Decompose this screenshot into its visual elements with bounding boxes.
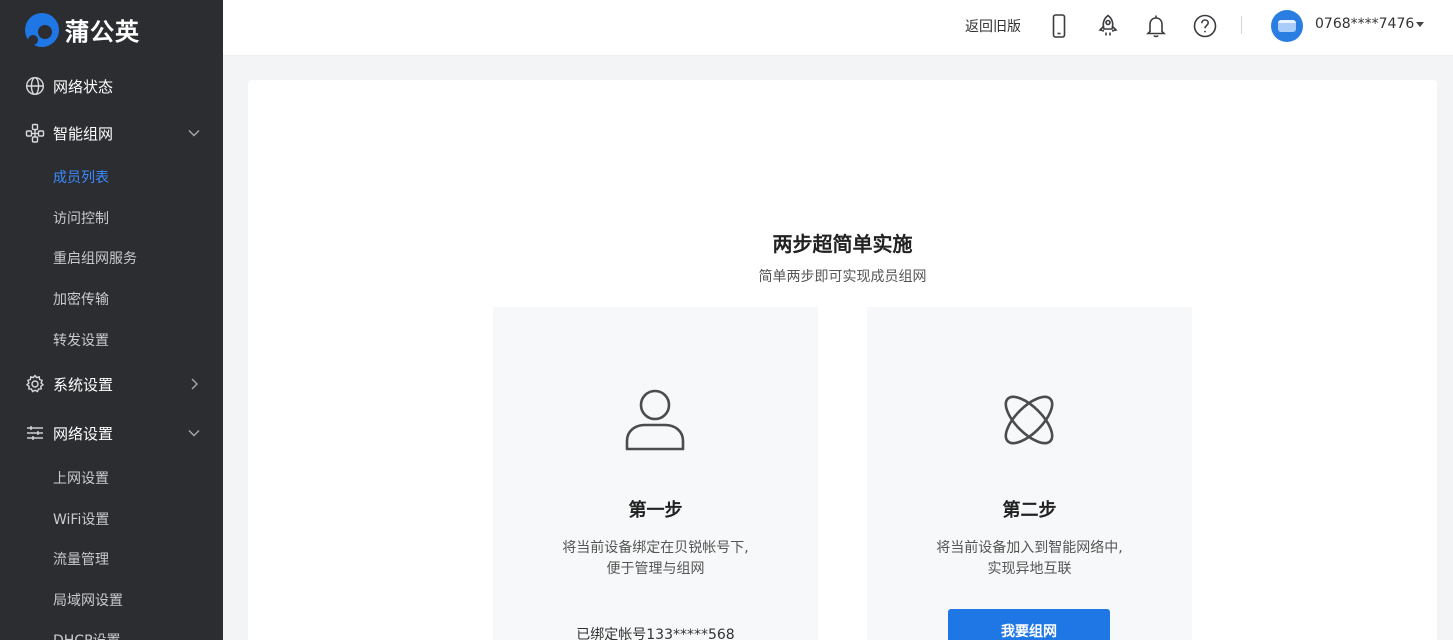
sidebar-item-dhcp-settings[interactable]: DHCP设置 (53, 620, 213, 640)
bell-icon[interactable] (1143, 13, 1169, 39)
step-title: 第二步 (1002, 500, 1057, 521)
join-network-button[interactable]: 我要组网 (948, 609, 1110, 640)
avatar[interactable] (1271, 10, 1303, 42)
step-description-line: 将当前设备绑定在贝锐帐号下, (562, 540, 749, 556)
step-card-join-network: 第二步 将当前设备加入到智能网络中, 实现异地互联 我要组网 (867, 307, 1192, 640)
sidebar: 蒲公英 网络状态 智能组网 成员列表 访问控制 重启组网服务 加密传输 转发设置 (0, 0, 223, 640)
sidebar-item-wifi-settings[interactable]: WiFi设置 (53, 499, 213, 539)
step-description: 将当前设备绑定在贝锐帐号下, 便于管理与组网 (493, 538, 818, 580)
sliders-icon (27, 426, 43, 440)
step-card-bind-account: 第一步 将当前设备绑定在贝锐帐号下, 便于管理与组网 已绑定帐号133*****… (493, 307, 818, 640)
sidebar-group-system-settings[interactable]: 系统设置 (0, 362, 223, 406)
step-description-line: 便于管理与组网 (606, 561, 705, 577)
globe-icon (25, 76, 45, 96)
help-icon[interactable] (1192, 13, 1218, 39)
step-title: 第一步 (628, 500, 683, 521)
atom-icon (1004, 395, 1054, 445)
sidebar-item-label: 网络状态 (53, 77, 114, 96)
chevron-down-icon (188, 130, 200, 137)
logo[interactable]: 蒲公英 (25, 12, 140, 47)
sidebar-group-label: 网络设置 (53, 424, 114, 443)
caret-down-icon[interactable] (1416, 22, 1424, 27)
top-header: 返回旧版 0768****7476 (223, 0, 1453, 56)
page-subtitle: 简单两步即可实现成员组网 (758, 269, 927, 285)
brand-name: 蒲公英 (65, 18, 140, 46)
sidebar-item-restart-service[interactable]: 重启组网服务 (53, 238, 213, 278)
sidebar-group-label: 智能组网 (53, 124, 114, 143)
sidebar-item-access-control[interactable]: 访问控制 (53, 198, 213, 238)
sidebar-item-traffic-management[interactable]: 流量管理 (53, 539, 213, 579)
page-title: 两步超简单实施 (772, 232, 913, 256)
account-name[interactable]: 0768****7476 (1315, 16, 1414, 32)
bound-account-text: 已绑定帐号133*****568 (576, 627, 735, 640)
return-legacy-link[interactable]: 返回旧版 (965, 16, 1021, 36)
chevron-down-icon (188, 430, 200, 437)
sidebar-item-internet-settings[interactable]: 上网设置 (53, 458, 213, 498)
chevron-right-icon (191, 378, 198, 390)
sidebar-group-label: 系统设置 (53, 375, 114, 394)
network-nodes-icon (25, 123, 45, 143)
phone-icon[interactable] (1046, 13, 1072, 39)
sidebar-item-encrypted-transfer[interactable]: 加密传输 (53, 279, 213, 319)
sidebar-item-forwarding[interactable]: 转发设置 (53, 320, 213, 360)
sidebar-item-member-list[interactable]: 成员列表 (53, 157, 213, 197)
main-card: 两步超简单实施 简单两步即可实现成员组网 第一步 将当前设备绑定在贝锐帐号下, … (248, 80, 1437, 640)
step-description-line: 将当前设备加入到智能网络中, (936, 540, 1123, 556)
gear-icon (25, 374, 45, 393)
sidebar-item-network-status[interactable]: 网络状态 (0, 64, 223, 108)
step-description: 将当前设备加入到智能网络中, 实现异地互联 (867, 538, 1192, 580)
sidebar-group-network-settings[interactable]: 网络设置 (0, 411, 223, 455)
sidebar-group-smart-network[interactable]: 智能组网 (0, 111, 223, 155)
step-description-line: 实现异地互联 (987, 561, 1072, 577)
dandelion-logo-icon (25, 12, 59, 47)
user-icon (625, 389, 685, 451)
header-divider (1241, 16, 1242, 34)
rocket-icon[interactable] (1095, 13, 1121, 39)
card-icon (1278, 20, 1296, 32)
sidebar-item-lan-settings[interactable]: 局域网设置 (53, 580, 213, 620)
